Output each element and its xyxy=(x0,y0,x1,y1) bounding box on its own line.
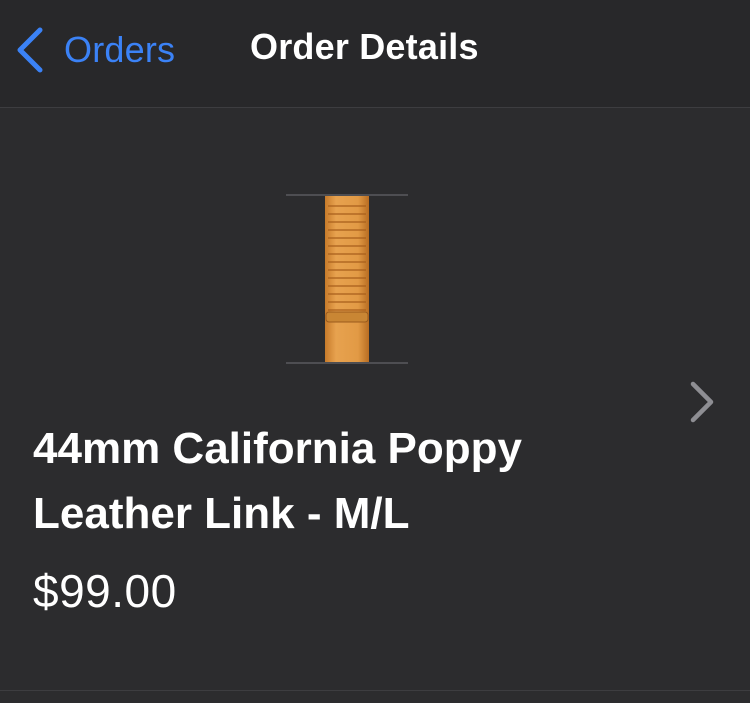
product-name: 44mm California Poppy Leather Link - M/L xyxy=(33,424,523,538)
page-title: Order Details xyxy=(250,26,479,67)
watch-band-image xyxy=(286,194,408,364)
back-button-label: Orders xyxy=(64,29,176,70)
next-section xyxy=(0,691,750,703)
navigation-bar: Orders Order Details xyxy=(0,0,750,108)
order-item-row[interactable]: 44mm California Poppy Leather Link - M/L… xyxy=(0,108,750,690)
chevron-right-icon xyxy=(690,381,714,423)
chevron-left-icon xyxy=(17,27,43,73)
product-price: $99.00 xyxy=(33,565,177,617)
back-button[interactable]: Orders xyxy=(14,24,175,76)
